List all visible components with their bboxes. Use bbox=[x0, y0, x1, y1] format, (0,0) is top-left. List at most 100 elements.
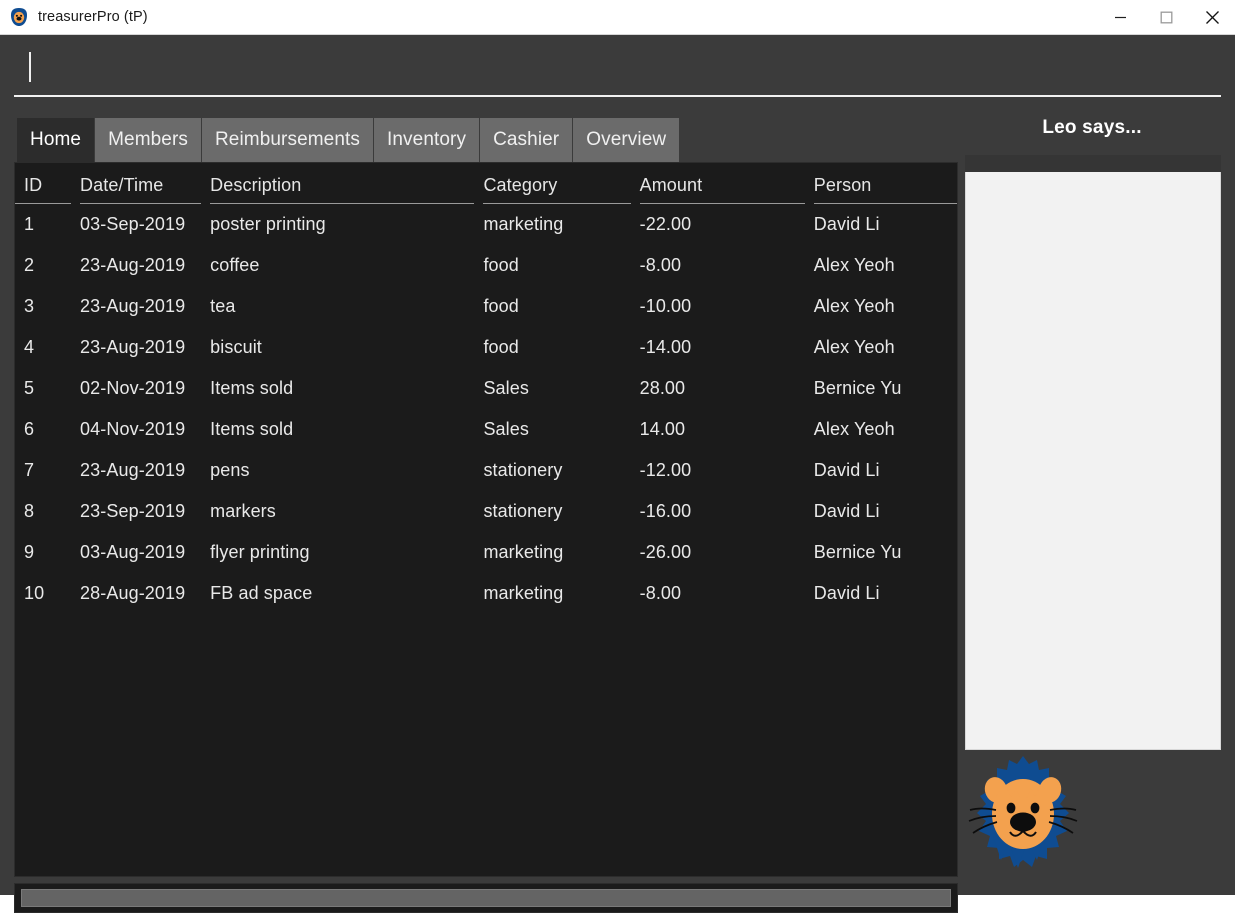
right-panel: Leo says... bbox=[963, 35, 1221, 895]
cell-description: FB ad space bbox=[210, 583, 313, 603]
cell-datetime: 23-Sep-2019 bbox=[80, 501, 186, 521]
cell-datetime: 04-Nov-2019 bbox=[80, 419, 186, 439]
transactions-panel: ID Date/Time Description Category Amount… bbox=[14, 162, 958, 877]
lion-head-icon bbox=[8, 6, 30, 28]
cell-person: Alex Yeoh bbox=[813, 337, 895, 357]
cell-amount: -8.00 bbox=[639, 583, 682, 603]
cell-datetime: 23-Aug-2019 bbox=[80, 255, 186, 275]
cell-category: food bbox=[483, 337, 519, 357]
cell-amount: -12.00 bbox=[639, 460, 692, 480]
cell-description: coffee bbox=[210, 255, 260, 275]
tab-inventory[interactable]: Inventory bbox=[374, 118, 481, 162]
cell-category: Sales bbox=[483, 378, 529, 398]
tab-home[interactable]: Home bbox=[17, 118, 96, 162]
cell-datetime: 23-Aug-2019 bbox=[80, 460, 186, 480]
cell-person: Bernice Yu bbox=[813, 542, 902, 562]
column-header-person[interactable]: Person bbox=[804, 163, 957, 204]
cell-description: poster printing bbox=[210, 214, 326, 234]
column-header-category[interactable]: Category bbox=[474, 163, 631, 204]
leo-says-heading: Leo says... bbox=[1042, 117, 1142, 138]
cell-id: 3 bbox=[24, 296, 35, 316]
cell-id: 4 bbox=[24, 337, 35, 357]
cell-description: markers bbox=[210, 501, 276, 521]
cell-description: Items sold bbox=[210, 378, 294, 398]
table-row[interactable]: 9 03-Aug-2019 flyer printing marketing -… bbox=[15, 532, 957, 573]
cell-category: marketing bbox=[483, 583, 564, 603]
horizontal-scrollbar[interactable] bbox=[14, 883, 958, 913]
table-row[interactable]: 6 04-Nov-2019 Items sold Sales 14.00 Ale… bbox=[15, 409, 957, 450]
tab-reimbursements[interactable]: Reimbursements bbox=[201, 118, 374, 162]
minimize-icon[interactable] bbox=[1097, 0, 1143, 35]
title-bar: treasurerPro (tP) bbox=[0, 0, 1235, 35]
close-icon[interactable] bbox=[1189, 0, 1235, 35]
column-header-datetime[interactable]: Date/Time bbox=[71, 163, 202, 204]
result-display-box bbox=[965, 155, 1221, 750]
table-header-row: ID Date/Time Description Category Amount… bbox=[15, 163, 957, 204]
app-window: treasurerPro (tP) Home Members Reimburse… bbox=[0, 0, 1235, 913]
cell-amount: 14.00 bbox=[639, 419, 686, 439]
cell-category: food bbox=[483, 255, 519, 275]
table-row[interactable]: 10 28-Aug-2019 FB ad space marketing -8.… bbox=[15, 573, 957, 614]
table-row[interactable]: 3 23-Aug-2019 tea food -10.00 Alex Yeoh bbox=[15, 286, 957, 327]
cell-category: marketing bbox=[483, 214, 564, 234]
cell-id: 10 bbox=[24, 583, 45, 603]
cell-person: David Li bbox=[813, 501, 880, 521]
cell-person: Alex Yeoh bbox=[813, 419, 895, 439]
table-row[interactable]: 8 23-Sep-2019 markers stationery -16.00 … bbox=[15, 491, 957, 532]
table-row[interactable]: 7 23-Aug-2019 pens stationery -12.00 Dav… bbox=[15, 450, 957, 491]
table-row[interactable]: 5 02-Nov-2019 Items sold Sales 28.00 Ber… bbox=[15, 368, 957, 409]
cell-person: David Li bbox=[813, 583, 880, 603]
cell-id: 8 bbox=[24, 501, 35, 521]
text-caret bbox=[29, 52, 31, 82]
table-body: 1 03-Sep-2019 poster printing marketing … bbox=[15, 204, 957, 615]
cell-category: marketing bbox=[483, 542, 564, 562]
lion-mascot-icon bbox=[963, 752, 1083, 882]
tab-cashier[interactable]: Cashier bbox=[480, 118, 574, 162]
cell-person: Alex Yeoh bbox=[813, 255, 895, 275]
table-row[interactable]: 4 23-Aug-2019 biscuit food -14.00 Alex Y… bbox=[15, 327, 957, 368]
cell-datetime: 03-Aug-2019 bbox=[80, 542, 186, 562]
cell-person: Bernice Yu bbox=[813, 378, 902, 398]
scrollbar-thumb[interactable] bbox=[21, 889, 951, 907]
window-body: Home Members Reimbursements Inventory Ca… bbox=[0, 35, 1235, 913]
cell-id: 9 bbox=[24, 542, 35, 562]
window-title: treasurerPro (tP) bbox=[38, 9, 148, 25]
cell-person: David Li bbox=[813, 460, 880, 480]
cell-datetime: 23-Aug-2019 bbox=[80, 337, 186, 357]
cell-amount: -14.00 bbox=[639, 337, 692, 357]
tab-members[interactable]: Members bbox=[95, 118, 202, 162]
cell-category: Sales bbox=[483, 419, 529, 439]
cell-amount: -10.00 bbox=[639, 296, 692, 316]
cell-category: stationery bbox=[483, 460, 563, 480]
cell-category: stationery bbox=[483, 501, 563, 521]
cell-category: food bbox=[483, 296, 519, 316]
cell-id: 6 bbox=[24, 419, 35, 439]
tab-bar: Home Members Reimbursements Inventory Ca… bbox=[17, 118, 681, 162]
transactions-table: ID Date/Time Description Category Amount… bbox=[15, 163, 957, 614]
cell-person: David Li bbox=[813, 214, 880, 234]
tab-overview[interactable]: Overview bbox=[573, 118, 681, 162]
column-header-description[interactable]: Description bbox=[201, 163, 475, 204]
cell-amount: -16.00 bbox=[639, 501, 692, 521]
cell-amount: -22.00 bbox=[639, 214, 692, 234]
cell-description: tea bbox=[210, 296, 236, 316]
cell-description: flyer printing bbox=[210, 542, 310, 562]
cell-id: 1 bbox=[24, 214, 35, 234]
window-controls bbox=[1097, 0, 1235, 35]
cell-amount: 28.00 bbox=[639, 378, 686, 398]
cell-id: 2 bbox=[24, 255, 35, 275]
column-header-id[interactable]: ID bbox=[15, 163, 72, 204]
cell-person: Alex Yeoh bbox=[813, 296, 895, 316]
cell-description: pens bbox=[210, 460, 250, 480]
table-row[interactable]: 1 03-Sep-2019 poster printing marketing … bbox=[15, 204, 957, 246]
cell-description: Items sold bbox=[210, 419, 294, 439]
maximize-icon[interactable] bbox=[1143, 0, 1189, 35]
cell-datetime: 03-Sep-2019 bbox=[80, 214, 186, 234]
column-header-amount[interactable]: Amount bbox=[630, 163, 805, 204]
cell-description: biscuit bbox=[210, 337, 262, 357]
cell-id: 7 bbox=[24, 460, 35, 480]
table-row[interactable]: 2 23-Aug-2019 coffee food -8.00 Alex Yeo… bbox=[15, 245, 957, 286]
cell-datetime: 23-Aug-2019 bbox=[80, 296, 186, 316]
cell-id: 5 bbox=[24, 378, 35, 398]
result-display-header-strip bbox=[965, 155, 1221, 172]
